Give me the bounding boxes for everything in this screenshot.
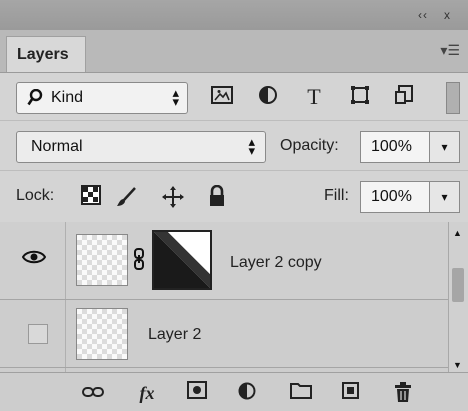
layers-list: Layer 2 copy Layer 2 ▲ ▼ (0, 222, 468, 372)
add-mask-icon[interactable] (184, 381, 210, 405)
fx-icon[interactable]: fx (134, 381, 160, 405)
tab-layers-label: Layers (17, 46, 69, 63)
close-icon[interactable]: x (444, 8, 451, 22)
layer-name[interactable]: Layer 2 (148, 326, 201, 344)
filter-kind-label: Kind (51, 89, 84, 106)
fill-input[interactable]: 100% (360, 181, 430, 213)
layer-mask-thumbnail[interactable] (152, 230, 212, 290)
new-group-icon[interactable] (288, 381, 314, 405)
filter-row: Kind ▴ ▾ T (0, 72, 468, 120)
opacity-label: Opacity: (280, 137, 339, 154)
adjustment-layer-icon[interactable] (234, 381, 260, 407)
blend-mode-value: Normal (31, 138, 83, 155)
filter-kind-select[interactable]: Kind ▴ ▾ (16, 82, 188, 114)
opacity-dropdown-button[interactable]: ▾ (430, 131, 460, 163)
layer-row[interactable]: Layer 2 copy (0, 222, 448, 300)
select-arrows-icon: ▴ ▾ (172, 85, 179, 109)
link-layers-icon[interactable] (80, 381, 106, 405)
tab-row: Layers ▾☰ (0, 30, 468, 73)
image-filter-icon[interactable] (210, 85, 234, 109)
mask-link-icon[interactable] (133, 248, 145, 275)
smart-object-filter-icon[interactable] (392, 85, 416, 109)
panel-menu-icon[interactable]: ▾☰ (440, 42, 460, 59)
lock-position-icon[interactable] (160, 185, 186, 211)
type-filter-icon[interactable]: T (302, 85, 326, 109)
adjustment-filter-icon[interactable] (256, 85, 280, 109)
panel-title-bar: ‹‹ x (0, 0, 468, 30)
new-layer-icon[interactable] (338, 381, 364, 407)
select-arrows-icon: ▴ ▾ (248, 134, 255, 158)
lock-row: Lock: Fill: 100% ▾ (0, 170, 468, 221)
layer-thumbnail (76, 234, 128, 286)
layers-toolbar: fx (0, 372, 468, 411)
visibility-toggle[interactable] (28, 324, 48, 344)
filter-toggle-switch[interactable] (446, 82, 460, 114)
layer-row[interactable]: Layer 2 (0, 300, 448, 368)
layer-thumbnail (76, 308, 128, 360)
layers-panel: ‹‹ x Layers ▾☰ Kind ▴ ▾ T Normal ▴ ▾ Opa… (0, 0, 468, 411)
lock-image-pixels-icon[interactable] (114, 185, 140, 211)
lock-label: Lock: (16, 187, 55, 204)
fill-dropdown-button[interactable]: ▾ (430, 181, 460, 213)
blend-row: Normal ▴ ▾ Opacity: 100% ▾ (0, 120, 468, 171)
opacity-input[interactable]: 100% (360, 131, 430, 163)
scroll-up-icon[interactable]: ▲ (453, 228, 462, 238)
collapse-icon[interactable]: ‹‹ (418, 8, 428, 22)
shape-filter-icon[interactable] (348, 85, 372, 109)
delete-layer-icon[interactable] (390, 381, 416, 409)
layers-scrollbar[interactable]: ▲ ▼ (448, 222, 468, 372)
blend-mode-select[interactable]: Normal ▴ ▾ (16, 131, 266, 163)
scroll-down-icon[interactable]: ▼ (453, 360, 462, 370)
scrollbar-thumb[interactable] (452, 268, 464, 302)
eye-icon[interactable] (21, 248, 47, 271)
tab-layers[interactable]: Layers (6, 36, 86, 72)
search-icon (27, 88, 43, 112)
lock-all-icon[interactable] (204, 184, 230, 211)
visibility-cell (0, 222, 66, 299)
lock-transparent-pixels-icon[interactable] (78, 185, 104, 211)
visibility-cell (0, 300, 66, 367)
layer-name[interactable]: Layer 2 copy (230, 254, 322, 272)
fill-label: Fill: (324, 187, 349, 204)
